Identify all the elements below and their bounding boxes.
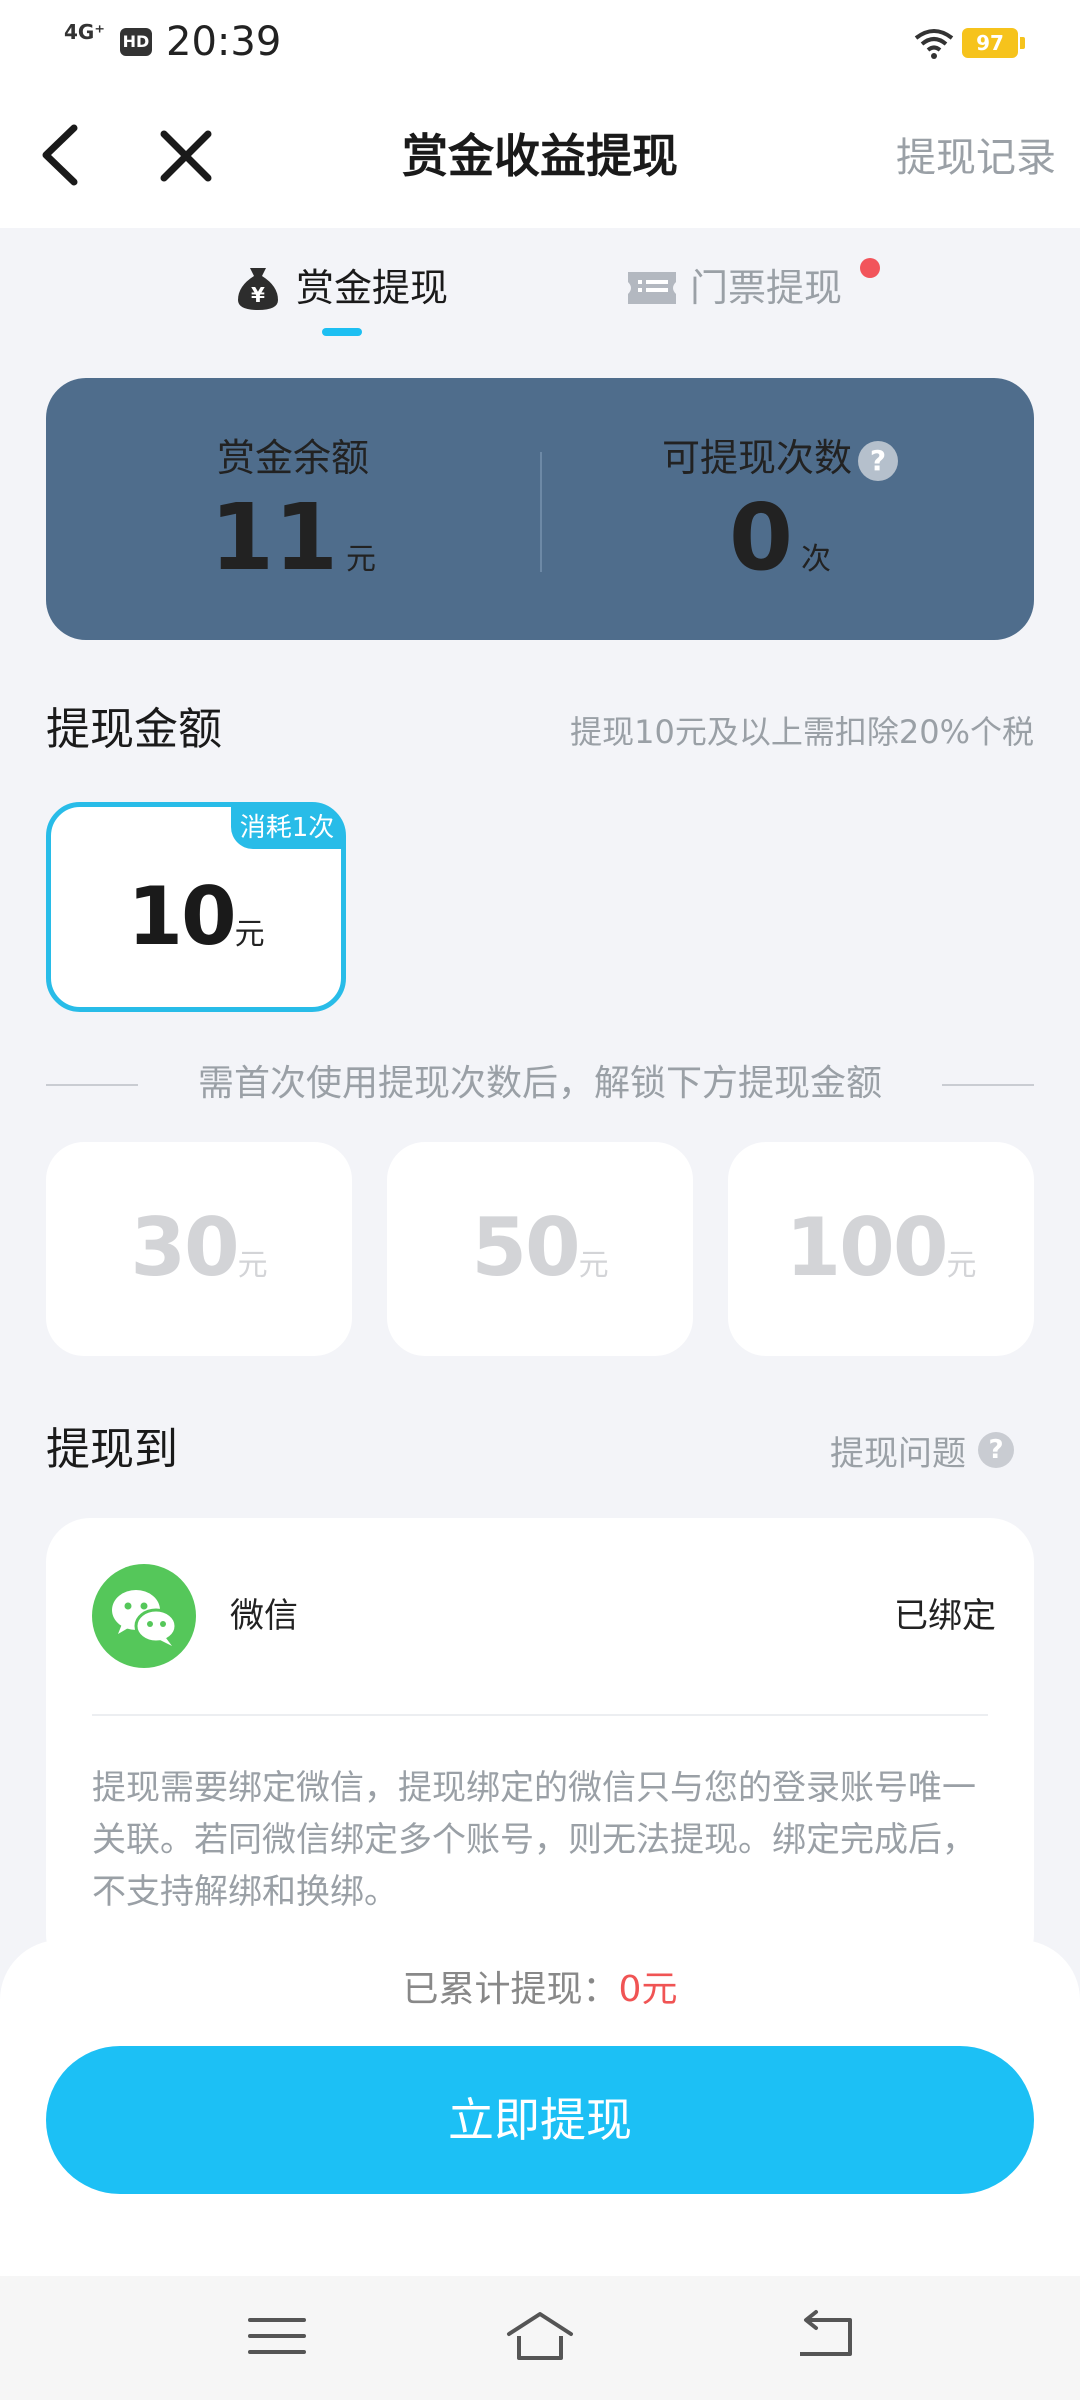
locked-amount-unit: 元: [578, 1248, 609, 1283]
hd-badge: HD: [120, 28, 152, 56]
cumulative-label: 已累计提现：: [402, 1969, 619, 2010]
page-title: 赏金收益提现: [402, 129, 678, 183]
withdraw-count-label-wrap: 可提现次数?: [600, 432, 960, 484]
withdraw-count-amount: 0: [728, 484, 793, 591]
help-icon[interactable]: ?: [858, 440, 898, 481]
locked-amount-number: 30: [130, 1201, 239, 1294]
menu-icon[interactable]: [242, 2306, 312, 2366]
balance-amount: 11: [209, 484, 339, 591]
locked-amount-unit: 元: [946, 1248, 977, 1283]
amount-option-50-locked: 50元: [387, 1142, 693, 1356]
battery-icon: [1020, 37, 1025, 49]
question-icon: ?: [978, 1432, 1014, 1468]
amount-option-100-locked: 100元: [728, 1142, 1034, 1356]
withdraw-count-value: 0次: [630, 488, 930, 588]
wechat-icon: [92, 1564, 196, 1668]
withdraw-count-label: 可提现次数: [661, 436, 852, 480]
tax-note: 提现10元及以上需扣除20%个税: [570, 713, 1034, 751]
wechat-card[interactable]: 微信 已绑定 提现需要绑定微信，提现绑定的微信只与您的登录账号唯一关联。若同微信…: [46, 1518, 1034, 1978]
withdraw-count-unit: 次: [801, 542, 831, 577]
card-separator: [92, 1714, 988, 1716]
withdraw-issue-label: 提现问题: [830, 1433, 966, 1474]
amount-section-title: 提现金额: [46, 704, 222, 755]
battery-level: 97: [962, 28, 1018, 58]
tab-bounty-label: 赏金提现: [296, 266, 449, 310]
close-icon[interactable]: [156, 126, 216, 186]
amount-option-30-locked: 30元: [46, 1142, 352, 1356]
back-arrow-icon[interactable]: [36, 122, 84, 188]
amount-unit: 元: [234, 917, 265, 952]
locked-amount-number: 50: [471, 1201, 580, 1294]
withdraw-record-link[interactable]: 提现记录: [860, 130, 1056, 186]
bind-status: 已绑定: [894, 1596, 996, 1636]
amount-number: 10: [127, 870, 236, 963]
balance-value: 11 元: [143, 488, 443, 588]
cumulative-withdraw: 已累计提现：0元: [0, 1962, 1080, 2018]
active-tab-indicator: [322, 328, 362, 336]
withdraw-to-title: 提现到: [46, 1424, 178, 1475]
tab-ticket-withdraw[interactable]: 门票提现: [626, 258, 842, 318]
tab-bounty-withdraw[interactable]: ¥ 赏金提现: [232, 258, 448, 318]
wifi-icon: [914, 29, 954, 59]
money-bag-icon: ¥: [238, 268, 278, 310]
balance-label: 赏金余额: [216, 436, 369, 480]
consume-badge: 消耗1次: [231, 807, 343, 849]
locked-amount-number: 100: [785, 1201, 949, 1294]
locked-amount-unit: 元: [237, 1248, 268, 1283]
bind-description: 提现需要绑定微信，提现绑定的微信只与您的登录账号唯一关联。若同微信绑定多个账号，…: [92, 1768, 976, 1912]
withdraw-issue-link[interactable]: 提现问题?: [830, 1422, 1014, 1478]
signal-indicator: 4G⁺: [64, 20, 105, 44]
amount-value: 10元: [51, 869, 341, 965]
back-icon[interactable]: [790, 2306, 860, 2366]
unlock-hint: 需首次使用提现次数后，解锁下方提现金额: [197, 1063, 882, 1104]
svg-text:¥: ¥: [251, 283, 265, 307]
withdraw-now-button[interactable]: 立即提现: [46, 2046, 1034, 2194]
divider-left: [46, 1084, 138, 1086]
home-icon[interactable]: [505, 2306, 575, 2366]
balance-unit: 元: [346, 542, 377, 577]
cumulative-value: 0元: [618, 1969, 678, 2010]
wechat-label: 微信: [230, 1596, 298, 1636]
notification-dot: [860, 258, 880, 278]
amount-option-10[interactable]: 消耗1次 10元: [46, 802, 346, 1012]
card-divider: [540, 452, 542, 572]
tab-ticket-label: 门票提现: [690, 266, 843, 310]
status-time: 20:39: [166, 19, 282, 65]
divider-right: [942, 1084, 1034, 1086]
ticket-icon: [628, 272, 676, 304]
